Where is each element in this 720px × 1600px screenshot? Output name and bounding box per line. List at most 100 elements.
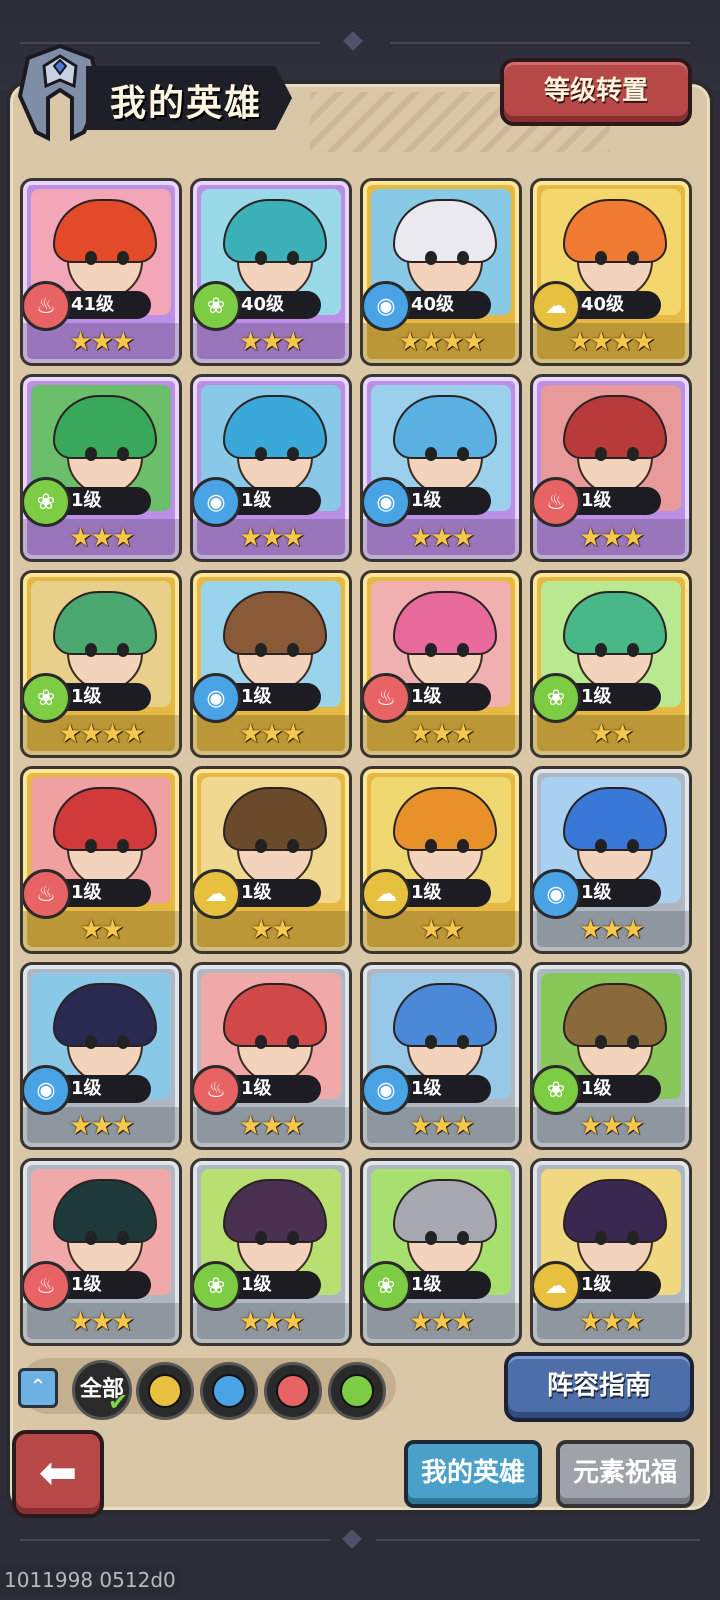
fire-element-icon: ♨ xyxy=(193,1065,241,1115)
hero-hair xyxy=(563,395,667,459)
wood-element-icon: ❀ xyxy=(23,477,71,527)
hero-card[interactable]: 1级 ☁ ★★★ xyxy=(530,1158,692,1346)
filter-wood-button[interactable] xyxy=(328,1362,386,1420)
hero-hair xyxy=(393,591,497,655)
hero-eye xyxy=(255,643,267,657)
hero-eye xyxy=(425,643,437,657)
hero-hair xyxy=(53,591,157,655)
lineup-guide-button[interactable]: 阵容指南 xyxy=(504,1352,694,1422)
hero-eye xyxy=(627,1035,639,1049)
hero-card[interactable]: 1级 ❀ ★★★ xyxy=(190,1158,352,1346)
hero-eye xyxy=(595,643,607,657)
page-title: 我的英雄 xyxy=(110,83,263,124)
hero-eye xyxy=(255,251,267,265)
fire-element-icon: ♨ xyxy=(23,869,71,919)
hero-card[interactable]: 1级 ♨ ★★★ xyxy=(190,962,352,1150)
hero-card[interactable]: 1级 ☁ ★★ xyxy=(190,766,352,954)
hero-card[interactable]: 1级 ◉ ★★★ xyxy=(360,374,522,562)
filter-earth-button[interactable] xyxy=(136,1362,194,1420)
hero-card[interactable]: 1级 ♨ ★★★ xyxy=(360,570,522,758)
hero-eye xyxy=(287,1231,299,1245)
hero-hair xyxy=(393,787,497,851)
hero-hair xyxy=(563,1179,667,1243)
hero-card[interactable]: 1级 ♨ ★★★ xyxy=(530,374,692,562)
hero-card[interactable]: 1级 ❀ ★★★ xyxy=(360,1158,522,1346)
earth-element-icon: ☁ xyxy=(533,281,581,331)
hero-card[interactable]: 1级 ♨ ★★ xyxy=(20,766,182,954)
hero-eye xyxy=(85,1231,97,1245)
hero-hair xyxy=(223,591,327,655)
hero-hair xyxy=(393,983,497,1047)
bottom-decoration xyxy=(20,1529,700,1549)
hero-eye xyxy=(425,1035,437,1049)
filter-fire-button[interactable] xyxy=(264,1362,322,1420)
hero-eye xyxy=(595,1035,607,1049)
hero-hair xyxy=(53,395,157,459)
hero-card[interactable]: 1级 ❀ ★★★ xyxy=(530,962,692,1150)
hero-card[interactable]: 40级 ◉ ★★★★ xyxy=(360,178,522,366)
hero-card[interactable]: 40级 ❀ ★★★ xyxy=(190,178,352,366)
hero-card[interactable]: 1级 ◉ ★★★ xyxy=(20,962,182,1150)
hero-card[interactable]: 1级 ◉ ★★★ xyxy=(530,766,692,954)
hero-hair xyxy=(223,1179,327,1243)
hero-stars: ★★★ xyxy=(239,719,305,749)
earth-element-icon xyxy=(148,1374,182,1408)
hero-hair xyxy=(223,983,327,1047)
hero-card[interactable]: 1级 ◉ ★★★ xyxy=(190,570,352,758)
hero-card[interactable]: 1级 ◉ ★★★ xyxy=(360,962,522,1150)
hero-card[interactable]: 1级 ❀ ★★★ xyxy=(20,374,182,562)
hero-stars: ★★★ xyxy=(239,1307,305,1337)
hero-card[interactable]: 41级 ♨ ★★★ xyxy=(20,178,182,366)
hero-card[interactable]: 1级 ◉ ★★★ xyxy=(190,374,352,562)
hero-stars: ★★ xyxy=(589,719,635,749)
version-label: 1011998 0512d0 xyxy=(0,1566,180,1594)
wood-element-icon: ❀ xyxy=(193,1261,241,1311)
wood-element-icon xyxy=(340,1374,374,1408)
hero-hair xyxy=(53,787,157,851)
hero-eye xyxy=(595,251,607,265)
hero-hair xyxy=(563,591,667,655)
hero-hair xyxy=(53,199,157,263)
wood-element-icon: ❀ xyxy=(533,1065,581,1115)
deco-line xyxy=(390,42,690,44)
hero-stars: ★★★★ xyxy=(568,327,655,357)
tab-my-heroes[interactable]: 我的英雄 xyxy=(404,1440,542,1508)
tab-element-blessing[interactable]: 元素祝福 xyxy=(556,1440,694,1508)
hero-stars: ★★★ xyxy=(409,1307,475,1337)
hero-eye xyxy=(255,1035,267,1049)
hero-stars: ★★★ xyxy=(239,327,305,357)
hero-stars: ★★★ xyxy=(579,1307,645,1337)
hero-stars: ★★★ xyxy=(239,523,305,553)
water-element-icon: ◉ xyxy=(193,673,241,723)
hero-card[interactable]: 1级 ♨ ★★★ xyxy=(20,1158,182,1346)
hero-eye xyxy=(85,643,97,657)
hero-eye xyxy=(425,447,437,461)
water-element-icon: ◉ xyxy=(363,1065,411,1115)
wood-element-icon: ❀ xyxy=(533,673,581,723)
hero-stars: ★★★ xyxy=(579,523,645,553)
deco-diamond xyxy=(343,31,363,51)
hero-hair xyxy=(223,395,327,459)
hero-eye xyxy=(117,447,129,461)
hero-eye xyxy=(287,839,299,853)
level-reset-button[interactable]: 等级转置 xyxy=(500,58,692,126)
wood-element-icon: ❀ xyxy=(363,1261,411,1311)
hero-card[interactable]: 1级 ❀ ★★ xyxy=(530,570,692,758)
hero-stars: ★★★ xyxy=(409,523,475,553)
filter-water-button[interactable] xyxy=(200,1362,258,1420)
hero-eye xyxy=(287,251,299,265)
hero-stars: ★★ xyxy=(79,915,125,945)
hero-eye xyxy=(457,1231,469,1245)
hero-stars: ★★★ xyxy=(579,1111,645,1141)
hero-card[interactable]: 1级 ❀ ★★★★ xyxy=(20,570,182,758)
collapse-icon[interactable]: ⌃ xyxy=(18,1368,58,1408)
hero-card[interactable]: 1级 ☁ ★★ xyxy=(360,766,522,954)
hero-stars: ★★★ xyxy=(239,1111,305,1141)
back-button[interactable]: ⬅ xyxy=(12,1430,104,1518)
hero-eye xyxy=(85,1035,97,1049)
hero-hair xyxy=(393,395,497,459)
hero-stars: ★★★★ xyxy=(398,327,485,357)
hero-eye xyxy=(287,1035,299,1049)
hero-eye xyxy=(287,643,299,657)
hero-card[interactable]: 40级 ☁ ★★★★ xyxy=(530,178,692,366)
